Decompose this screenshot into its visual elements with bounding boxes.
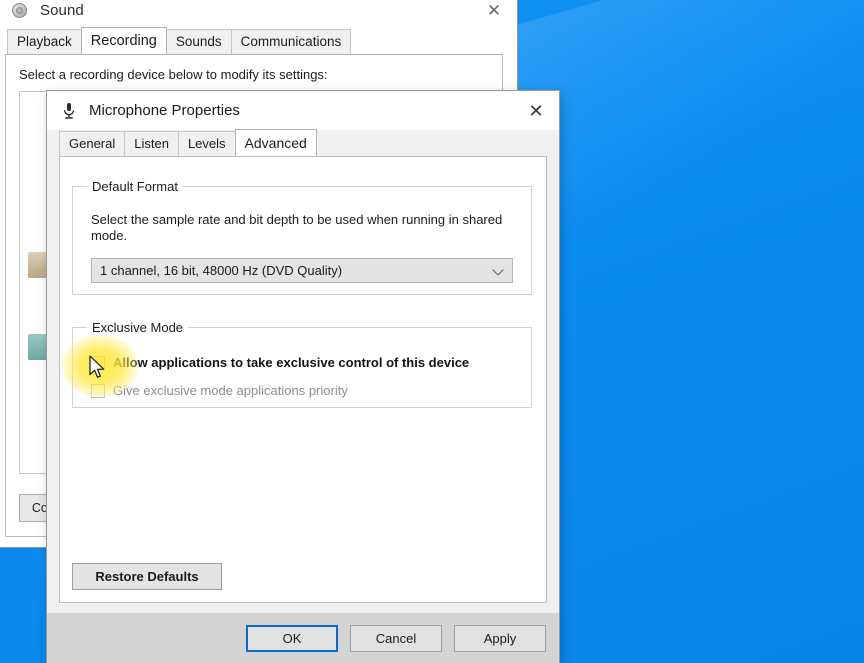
default-format-description: Select the sample rate and bit depth to … — [91, 212, 513, 244]
sound-tab-strip[interactable]: Playback Recording Sounds Communications — [0, 29, 517, 54]
recording-hint-text: Select a recording device below to modif… — [19, 67, 328, 82]
exclusive-mode-priority-label: Give exclusive mode applications priorit… — [113, 383, 348, 398]
advanced-tab-panel: Default Format Select the sample rate an… — [59, 156, 547, 603]
exclusive-mode-priority-checkbox-row[interactable]: Give exclusive mode applications priorit… — [91, 383, 348, 398]
close-icon[interactable]: ✕ — [513, 91, 559, 130]
tab-sounds[interactable]: Sounds — [166, 29, 232, 54]
default-format-select[interactable]: 1 channel, 16 bit, 48000 Hz (DVD Quality… — [91, 258, 513, 283]
tab-recording[interactable]: Recording — [81, 27, 167, 54]
cancel-button[interactable]: Cancel — [350, 625, 442, 652]
allow-exclusive-control-checkbox[interactable] — [91, 356, 105, 370]
microphone-properties-dialog[interactable]: Microphone Properties ✕ General Listen L… — [46, 90, 560, 663]
default-format-selected-value: 1 channel, 16 bit, 48000 Hz (DVD Quality… — [100, 263, 342, 278]
sound-window-title: Sound — [40, 2, 84, 19]
tab-listen[interactable]: Listen — [124, 131, 179, 156]
tab-advanced[interactable]: Advanced — [235, 129, 317, 156]
close-icon[interactable]: ✕ — [471, 0, 517, 29]
allow-exclusive-control-label: Allow applications to take exclusive con… — [113, 355, 469, 370]
default-format-legend: Default Format — [87, 179, 183, 194]
sound-speaker-icon — [11, 2, 28, 19]
dialog-titlebar[interactable]: Microphone Properties ✕ — [47, 91, 559, 130]
exclusive-mode-group: Exclusive Mode Allow applications to tak… — [72, 320, 532, 408]
ok-button[interactable]: OK — [246, 625, 338, 652]
default-format-group: Default Format Select the sample rate an… — [72, 179, 532, 295]
dialog-tab-strip[interactable]: General Listen Levels Advanced — [47, 130, 559, 156]
dialog-footer: OK Cancel Apply — [47, 613, 559, 663]
tab-communications[interactable]: Communications — [231, 29, 352, 54]
exclusive-mode-priority-checkbox[interactable] — [91, 384, 105, 398]
sound-window-titlebar[interactable]: Sound ✕ — [0, 0, 517, 29]
tab-playback[interactable]: Playback — [7, 29, 82, 54]
apply-button[interactable]: Apply — [454, 625, 546, 652]
exclusive-mode-legend: Exclusive Mode — [87, 320, 188, 335]
dialog-title: Microphone Properties — [89, 102, 240, 119]
tab-general[interactable]: General — [59, 131, 125, 156]
chevron-down-icon[interactable] — [493, 265, 504, 276]
tab-levels[interactable]: Levels — [178, 131, 236, 156]
microphone-icon — [61, 102, 77, 120]
restore-defaults-button[interactable]: Restore Defaults — [72, 563, 222, 590]
allow-exclusive-control-checkbox-row[interactable]: Allow applications to take exclusive con… — [91, 355, 469, 370]
